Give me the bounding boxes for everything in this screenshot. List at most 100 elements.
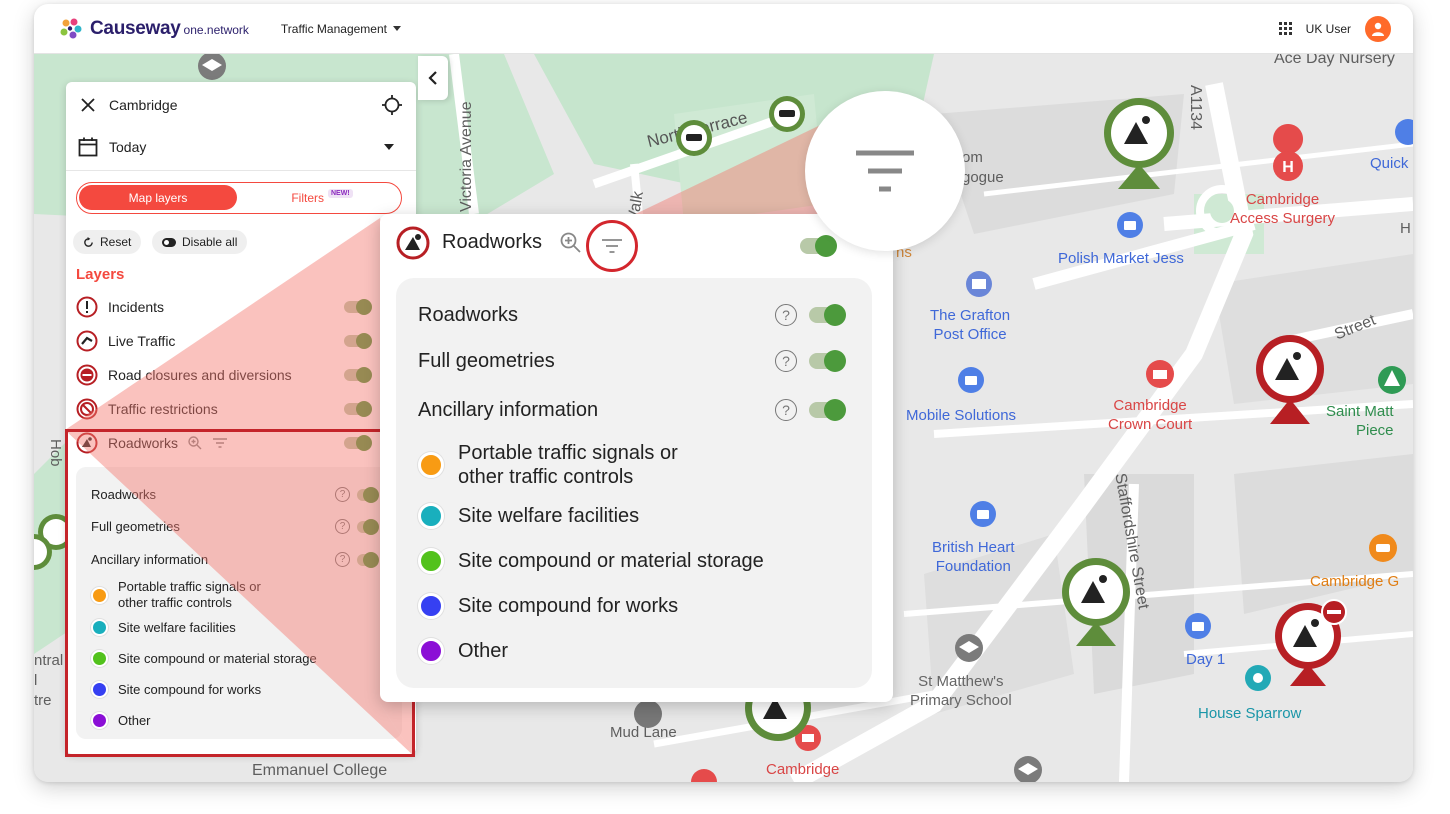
incident-icon xyxy=(76,296,98,318)
layers-heading: Layers xyxy=(76,266,125,283)
option-toggle[interactable] xyxy=(357,519,379,535)
layer-toggle[interactable] xyxy=(344,333,372,349)
roadworks-icon xyxy=(396,226,430,260)
option-full-geometries: Full geometries xyxy=(91,519,180,534)
caret-down-icon[interactable] xyxy=(384,144,394,150)
layer-label: Live Traffic xyxy=(108,333,176,349)
layer-incidents[interactable]: Incidents xyxy=(76,294,372,320)
mail-icon xyxy=(966,271,992,297)
app-menu-label: Traffic Management xyxy=(280,21,387,36)
option-toggle[interactable] xyxy=(809,350,846,372)
live-traffic-icon xyxy=(76,330,98,352)
hospital-icon: H xyxy=(1273,124,1304,181)
option-toggle[interactable] xyxy=(809,304,846,326)
roadworks-marker-green xyxy=(1104,98,1174,189)
layer-label: Incidents xyxy=(108,299,165,315)
user-name[interactable]: UK User xyxy=(1306,22,1351,36)
legend-dot xyxy=(418,452,444,478)
disable-all-label: Disable all xyxy=(182,235,238,249)
ancillary-item: Other xyxy=(91,712,151,729)
legend-dot xyxy=(91,619,108,636)
shopping-bag-icon xyxy=(1185,613,1211,639)
layer-toggle[interactable] xyxy=(344,435,372,451)
restriction-icon xyxy=(76,398,98,420)
tab-filters-label: Filters xyxy=(291,190,324,205)
close-icon[interactable] xyxy=(81,98,95,112)
help-icon[interactable]: ? xyxy=(335,519,350,534)
option-toggle[interactable] xyxy=(357,552,379,568)
layer-label: Road closures and diversions xyxy=(108,367,292,383)
ancillary-item: Other xyxy=(418,638,508,664)
logo-wordmark: Causeway xyxy=(90,17,181,39)
reset-button[interactable]: Reset xyxy=(73,230,142,254)
roadworks-icon xyxy=(76,432,98,454)
ancillary-item: Portable traffic signals or other traffic… xyxy=(418,441,678,489)
legend-dot xyxy=(418,593,444,619)
filter-icon xyxy=(856,150,914,192)
layer-traffic-restrictions[interactable]: Traffic restrictions xyxy=(76,396,372,422)
shopping-bag-icon xyxy=(958,367,984,393)
collapse-panel-button[interactable] xyxy=(418,56,448,100)
tab-filters[interactable]: Filters NEW! xyxy=(243,183,401,212)
bank-icon xyxy=(1146,360,1174,388)
ancillary-item: Site compound or material storage xyxy=(91,650,317,667)
help-icon[interactable]: ? xyxy=(775,350,797,372)
date-row[interactable]: Today xyxy=(66,132,416,162)
reset-label: Reset xyxy=(100,235,132,249)
crosshair-icon[interactable] xyxy=(382,95,402,115)
causeway-logo[interactable]: Causeway one.network xyxy=(58,18,249,40)
option-roadworks: Roadworks xyxy=(418,304,519,326)
panel-tab-switch: Map layers Filters NEW! xyxy=(76,182,402,214)
app-menu-dropdown[interactable]: Traffic Management xyxy=(281,22,401,36)
shopping-bag-icon xyxy=(970,501,996,527)
user-avatar[interactable] xyxy=(1365,15,1391,42)
location-row: Cambridge xyxy=(66,90,416,120)
layer-toggle[interactable] xyxy=(344,299,372,315)
reset-icon xyxy=(84,236,93,247)
person-icon xyxy=(1372,22,1384,36)
date-text: Today xyxy=(109,139,147,155)
road-closed-icon xyxy=(76,364,98,386)
help-icon[interactable]: ? xyxy=(775,399,797,421)
option-ancillary-information: Ancillary information xyxy=(91,552,209,567)
help-icon[interactable]: ? xyxy=(335,487,350,502)
location-text[interactable]: Cambridge xyxy=(109,97,177,113)
new-badge: NEW! xyxy=(328,189,353,198)
filter-button-highlighted[interactable] xyxy=(586,220,638,272)
cafe-icon xyxy=(1245,665,1271,691)
option-full-geometries: Full geometries xyxy=(418,350,555,372)
ancillary-item: Site compound for works xyxy=(91,681,261,698)
filter-magnifier xyxy=(805,91,965,251)
option-toggle[interactable] xyxy=(357,487,379,503)
layer-road-closures[interactable]: Road closures and diversions xyxy=(76,362,372,388)
roadworks-options: Roadworks ? Full geometries ? Ancillary … xyxy=(76,467,402,739)
school-icon xyxy=(198,54,226,80)
legend-dot xyxy=(418,638,444,664)
apps-grid-icon[interactable] xyxy=(1278,22,1292,35)
zoom-in-icon[interactable] xyxy=(560,232,582,254)
help-icon[interactable]: ? xyxy=(335,552,350,567)
shopping-bag-icon xyxy=(1395,119,1413,145)
caret-down-icon xyxy=(392,26,401,31)
option-toggle[interactable] xyxy=(809,399,846,421)
help-icon[interactable]: ? xyxy=(775,304,797,326)
roadworks-marker-red xyxy=(1256,335,1324,424)
zoom-in-icon[interactable] xyxy=(188,436,202,450)
ancillary-item: Site welfare facilities xyxy=(91,619,236,636)
roadworks-marker-red-closed xyxy=(1275,599,1347,686)
user-area: UK User xyxy=(1278,15,1391,42)
roadworks-layer-toggle[interactable] xyxy=(800,235,837,257)
legend-dot xyxy=(91,650,108,667)
ancillary-item: Portable traffic signals or other traffic… xyxy=(91,579,261,611)
filter-icon[interactable] xyxy=(212,437,228,449)
toggle-off-icon xyxy=(162,237,176,247)
tab-map-layers[interactable]: Map layers xyxy=(79,185,237,210)
logo-subtitle: one.network xyxy=(183,23,249,37)
disable-all-button[interactable]: Disable all xyxy=(152,230,248,254)
layer-toggle[interactable] xyxy=(344,401,372,417)
chevron-left-icon xyxy=(428,71,437,85)
layer-roadworks[interactable]: Roadworks xyxy=(76,430,372,456)
layer-live-traffic[interactable]: Live Traffic xyxy=(76,328,372,354)
roadworks-zoom-callout: Roadworks Roadworks ? Full geometries ? … xyxy=(380,214,893,702)
layer-toggle[interactable] xyxy=(344,367,372,383)
